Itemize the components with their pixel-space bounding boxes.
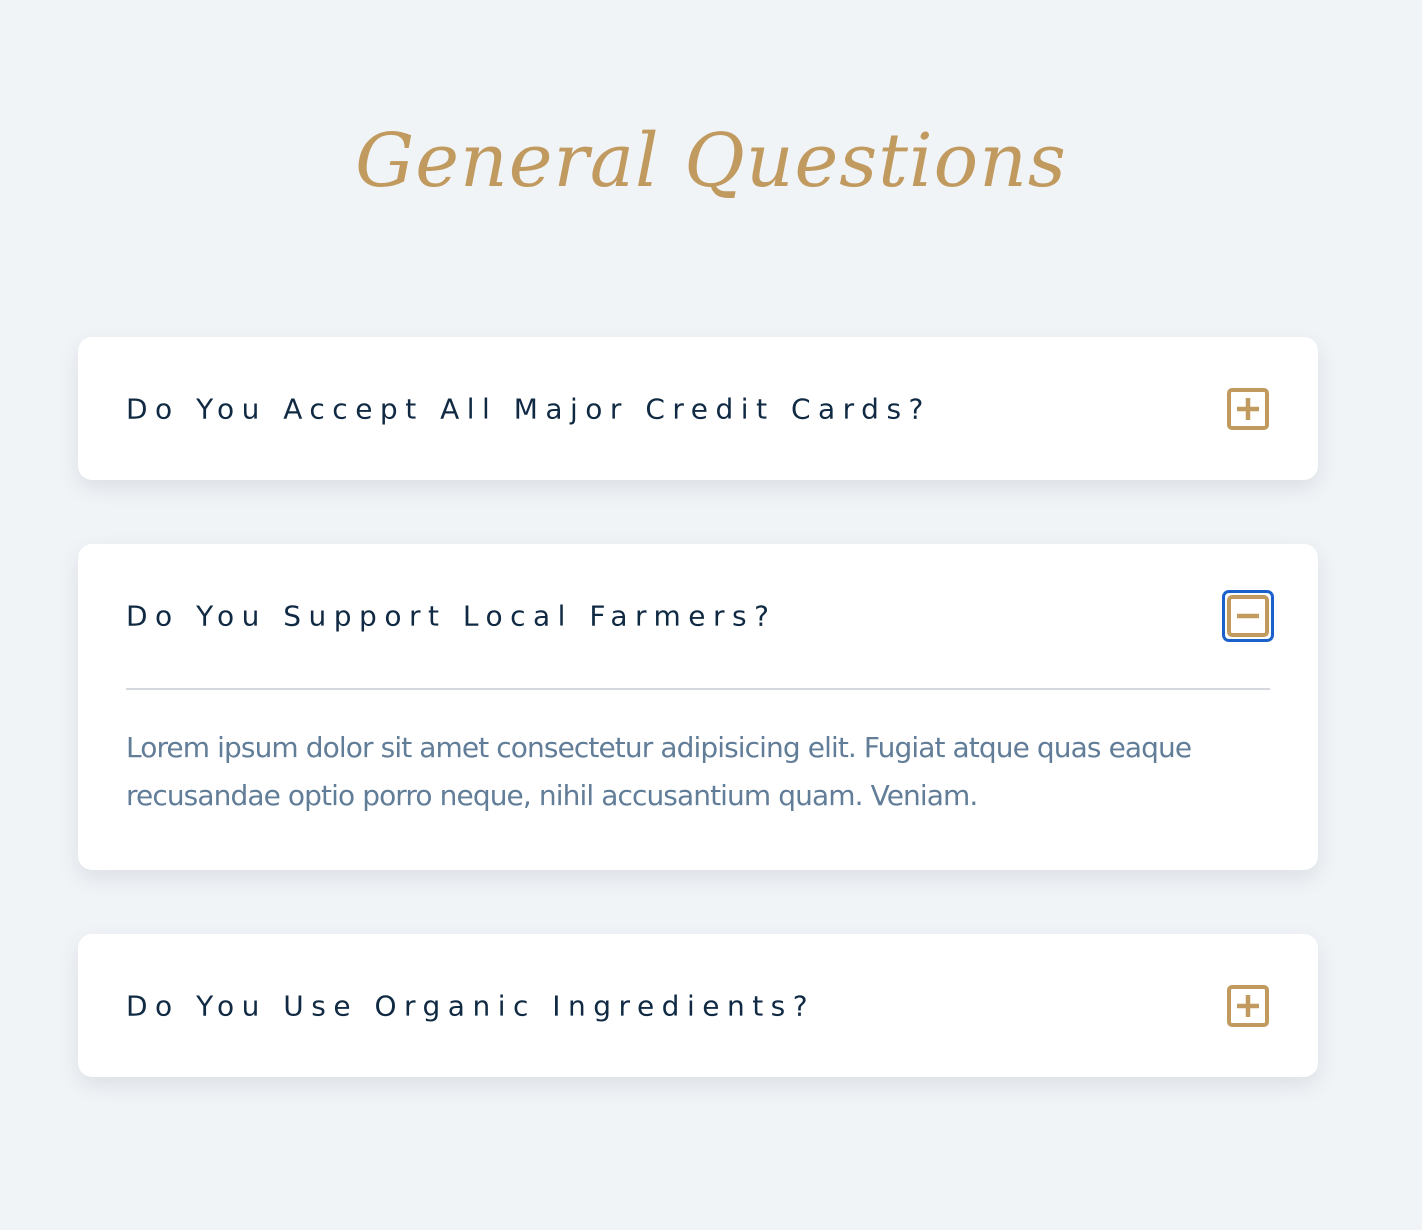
plus-square-icon xyxy=(1227,984,1269,1027)
plus-square-icon xyxy=(1227,387,1269,430)
faq-question: Do You Use Organic Ingredients? xyxy=(126,989,816,1022)
faq-question: Do You Accept All Major Credit Cards? xyxy=(126,392,931,425)
faq-item-credit-cards: Do You Accept All Major Credit Cards? xyxy=(78,337,1318,480)
faq-answer: Lorem ipsum dolor sit amet consectetur a… xyxy=(126,731,1192,812)
faq-header[interactable]: Do You Use Organic Ingredients? xyxy=(126,934,1270,1077)
expand-button[interactable] xyxy=(1222,980,1274,1032)
faq-item-organic-ingredients: Do You Use Organic Ingredients? xyxy=(78,934,1318,1077)
faq-question: Do You Support Local Farmers? xyxy=(126,599,777,633)
page-title: General Questions xyxy=(355,118,1067,204)
faq-header[interactable]: Do You Accept All Major Credit Cards? xyxy=(126,337,1270,480)
expand-button[interactable] xyxy=(1222,383,1274,435)
collapse-button[interactable] xyxy=(1222,590,1274,642)
faq-item-local-farmers: Do You Support Local Farmers? Lorem ipsu… xyxy=(78,544,1318,870)
faq-list: Do You Accept All Major Credit Cards? Do… xyxy=(78,337,1318,1141)
minus-square-icon xyxy=(1227,595,1269,637)
faq-header[interactable]: Do You Support Local Farmers? xyxy=(126,544,1274,690)
